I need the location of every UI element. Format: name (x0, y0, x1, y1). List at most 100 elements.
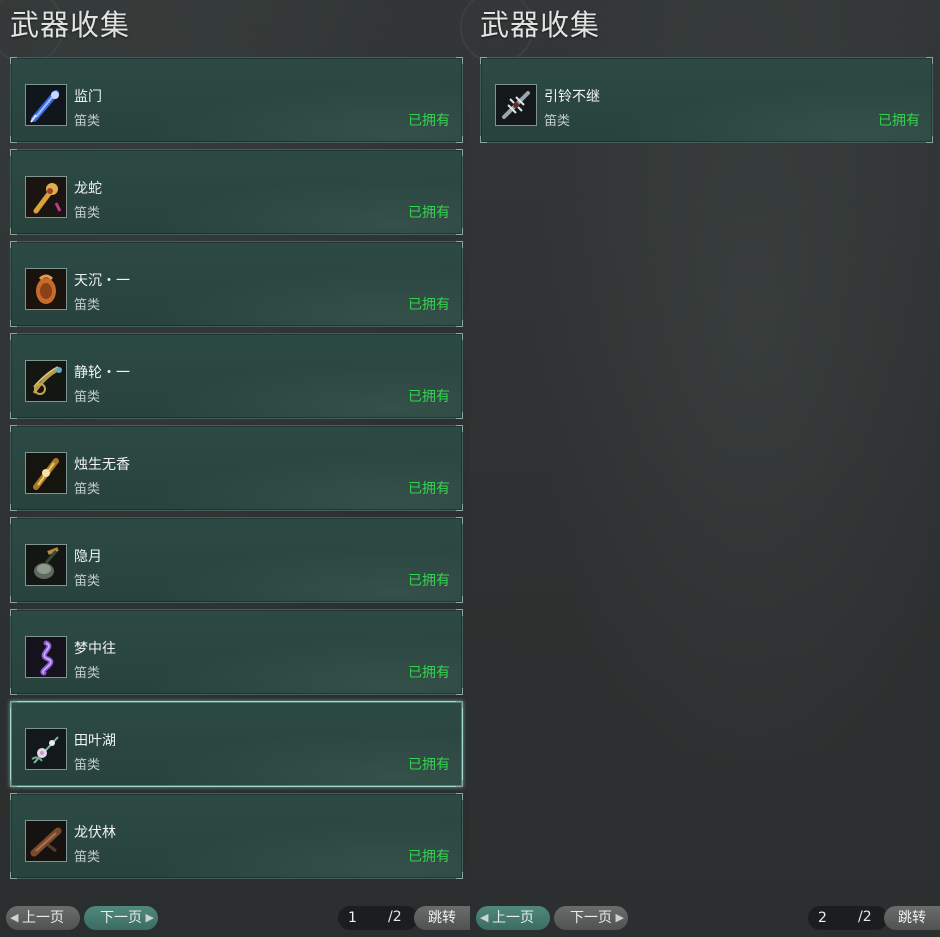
orange-gourd-flute-icon (25, 268, 67, 310)
owned-status: 已拥有 (408, 665, 450, 681)
weapon-type: 笛类 (74, 758, 101, 773)
owned-status: 已拥有 (408, 573, 450, 589)
weapon-name: 监门 (74, 89, 102, 105)
weapon-list: 引铃不继 笛类 已拥有 (480, 57, 933, 149)
weapon-card-selected[interactable]: 田叶湖 笛类 已拥有 (10, 701, 463, 787)
corner-ornament (926, 136, 933, 143)
corner-ornament (10, 872, 17, 879)
corner-ornament (10, 136, 17, 143)
owned-status: 已拥有 (408, 849, 450, 865)
weapon-card[interactable]: 引铃不继 笛类 已拥有 (480, 57, 933, 143)
weapon-card[interactable]: 龙伏林 笛类 已拥有 (10, 793, 463, 879)
gold-candle-flute-icon (25, 452, 67, 494)
jump-button[interactable]: 跳转 (884, 906, 940, 930)
weapon-name: 隐月 (74, 549, 102, 565)
chevron-left-icon: ◀ (480, 911, 489, 924)
owned-status: 已拥有 (408, 297, 450, 313)
corner-ornament (10, 609, 17, 616)
prev-page-button[interactable]: ◀ 上一页 (6, 906, 80, 930)
corner-ornament (10, 517, 17, 524)
chevron-left-icon: ◀ (10, 911, 19, 924)
weapon-name: 引铃不继 (544, 89, 600, 105)
corner-ornament (456, 701, 463, 708)
blue-flute-weapon-icon (25, 84, 67, 126)
weapon-type: 笛类 (74, 666, 101, 681)
weapon-list: 监门 笛类 已拥有 龙蛇 笛类 已拥有 天沉・一 笛类 已拥有 静轮・一 笛类 … (10, 57, 463, 885)
jump-button[interactable]: 跳转 (414, 906, 470, 930)
page-indicator: /2 (338, 906, 418, 930)
weapon-type: 笛类 (74, 390, 101, 405)
corner-ornament (10, 333, 17, 340)
corner-ornament (10, 688, 17, 695)
owned-status: 已拥有 (408, 205, 450, 221)
bell-moon-flute-icon (25, 544, 67, 586)
weapon-type: 笛类 (74, 482, 101, 497)
next-page-button[interactable]: 下一页 ▶ (84, 906, 158, 930)
weapon-card[interactable]: 龙蛇 笛类 已拥有 (10, 149, 463, 235)
weapon-type: 笛类 (74, 298, 101, 313)
corner-ornament (456, 872, 463, 879)
brass-wheel-flute-icon (25, 360, 67, 402)
weapon-collection-panel-page-1: 武器收集 监门 笛类 已拥有 龙蛇 笛类 已拥有 天沉・一 笛类 已拥有 静轮・… (0, 0, 470, 937)
corner-ornament (456, 57, 463, 64)
lotus-flower-flute-icon (25, 728, 67, 770)
corner-ornament (456, 241, 463, 248)
corner-ornament (456, 333, 463, 340)
page-number-input[interactable] (808, 906, 852, 930)
next-page-label: 下一页 (100, 910, 142, 926)
corner-ornament (456, 517, 463, 524)
corner-ornament (10, 780, 17, 787)
weapon-type: 笛类 (74, 574, 101, 589)
weapon-card[interactable]: 监门 笛类 已拥有 (10, 57, 463, 143)
prev-page-button[interactable]: ◀ 上一页 (476, 906, 550, 930)
corner-ornament (480, 57, 487, 64)
owned-status: 已拥有 (878, 113, 920, 129)
weapon-collection-panel-page-2: 武器收集 引铃不继 笛类 已拥有 ◀ 上一页 下一页 ▶ /2 跳转 (460, 0, 940, 937)
panel-title: 武器收集 (10, 8, 131, 42)
weapon-name: 天沉・一 (74, 273, 130, 289)
next-page-button[interactable]: 下一页 ▶ (554, 906, 628, 930)
weapon-card[interactable]: 梦中往 笛类 已拥有 (10, 609, 463, 695)
silver-winged-flute-icon (495, 84, 537, 126)
corner-ornament (456, 149, 463, 156)
weapon-name: 田叶湖 (74, 733, 116, 749)
weapon-card[interactable]: 静轮・一 笛类 已拥有 (10, 333, 463, 419)
corner-ornament (456, 425, 463, 432)
weapon-card[interactable]: 隐月 笛类 已拥有 (10, 517, 463, 603)
corner-ornament (456, 596, 463, 603)
weapon-type: 笛类 (74, 850, 101, 865)
corner-ornament (456, 412, 463, 419)
corner-ornament (456, 793, 463, 800)
corner-ornament (10, 425, 17, 432)
weapon-name: 龙蛇 (74, 181, 102, 197)
weapon-card[interactable]: 天沉・一 笛类 已拥有 (10, 241, 463, 327)
corner-ornament (926, 57, 933, 64)
corner-ornament (10, 596, 17, 603)
golden-dragon-flute-icon (25, 176, 67, 218)
prev-page-label: 上一页 (22, 910, 64, 926)
corner-ornament (10, 320, 17, 327)
corner-ornament (456, 136, 463, 143)
panel-title: 武器收集 (480, 8, 601, 42)
weapon-card[interactable]: 烛生无香 笛类 已拥有 (10, 425, 463, 511)
corner-ornament (10, 149, 17, 156)
weapon-type: 笛类 (544, 114, 571, 129)
next-page-label: 下一页 (570, 910, 612, 926)
brown-wooden-flute-icon (25, 820, 67, 862)
corner-ornament (456, 504, 463, 511)
corner-ornament (456, 609, 463, 616)
owned-status: 已拥有 (408, 113, 450, 129)
owned-status: 已拥有 (408, 481, 450, 497)
page-indicator: /2 (808, 906, 888, 930)
corner-ornament (456, 320, 463, 327)
purple-spiral-flute-icon (25, 636, 67, 678)
page-number-input[interactable] (338, 906, 382, 930)
corner-ornament (456, 780, 463, 787)
corner-ornament (480, 136, 487, 143)
corner-ornament (456, 688, 463, 695)
weapon-name: 龙伏林 (74, 825, 116, 841)
corner-ornament (456, 228, 463, 235)
weapon-type: 笛类 (74, 114, 101, 129)
weapon-name: 静轮・一 (74, 365, 130, 381)
corner-ornament (10, 57, 17, 64)
